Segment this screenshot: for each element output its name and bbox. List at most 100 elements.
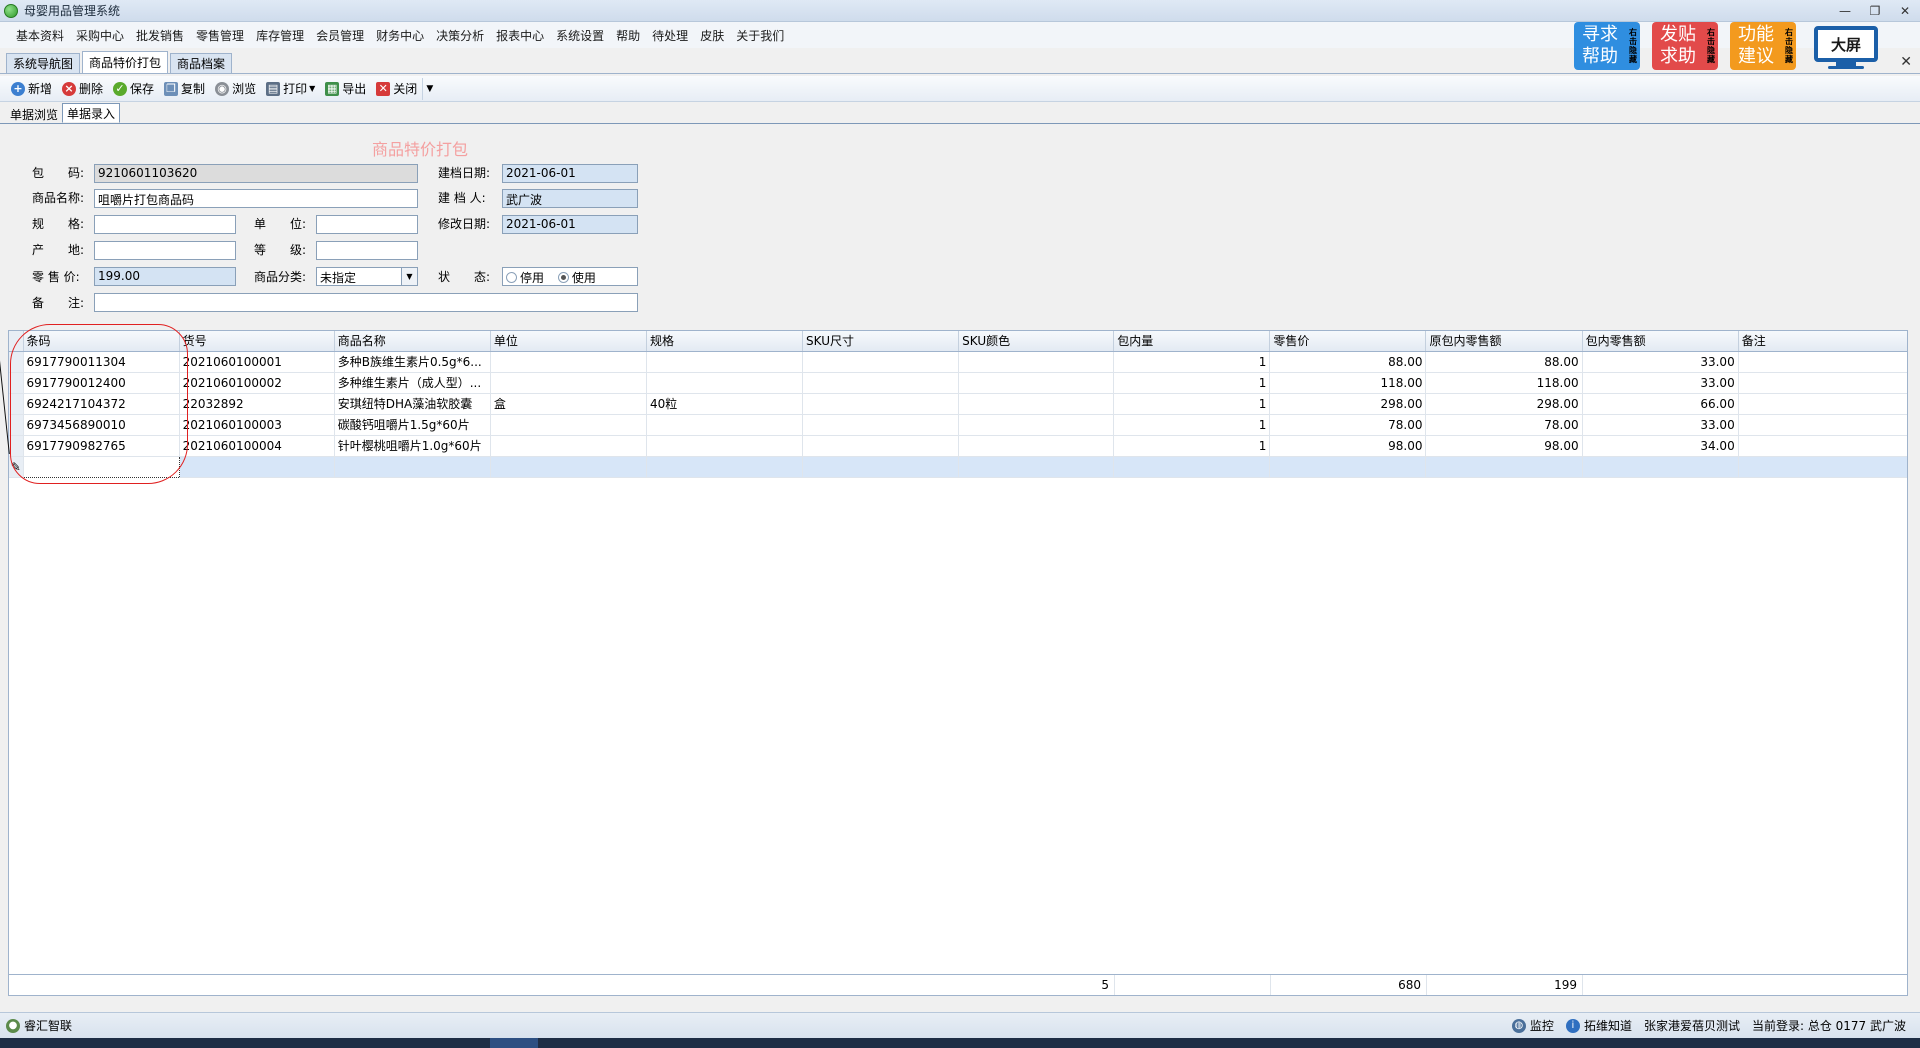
cell-sku-color[interactable]	[958, 414, 1115, 436]
cell-pack-qty[interactable]: 1	[1113, 372, 1271, 394]
menu-item-finance[interactable]: 财务中心	[370, 27, 430, 44]
menu-item-settings[interactable]: 系统设置	[550, 27, 610, 44]
close-form-button[interactable]: ✕ 关闭	[371, 78, 422, 100]
modify-date-field[interactable]: 2021-06-01	[502, 215, 638, 234]
cell-product-name[interactable]: 多种维生素片（成人型）...	[334, 372, 491, 394]
cell-product-name[interactable]: 碳酸钙咀嚼片1.5g*60片	[334, 414, 491, 436]
cell-barcode[interactable]: 6973456890010	[23, 414, 180, 436]
cell-spec[interactable]	[646, 435, 804, 457]
name-field[interactable]: 咀嚼片打包商品码	[94, 189, 418, 208]
minimize-button[interactable]: —	[1830, 0, 1860, 22]
status-radio-enabled[interactable]: 使用	[557, 269, 596, 285]
cell-pack-amount[interactable]: 33.00	[1582, 372, 1739, 394]
cell-sku-size[interactable]	[802, 393, 960, 415]
cell-orig-amount[interactable]: 78.00	[1425, 414, 1583, 436]
cell-product-name[interactable]: 安琪纽特DHA藻油软胶囊	[334, 393, 491, 415]
col-pack-amount[interactable]: 包内零售额	[1582, 331, 1739, 352]
cell-unit[interactable]	[490, 435, 647, 457]
col-item-no[interactable]: 货号	[179, 331, 335, 352]
col-product-name[interactable]: 商品名称	[334, 331, 491, 352]
menu-item-analysis[interactable]: 决策分析	[430, 27, 490, 44]
menu-item-reports[interactable]: 报表中心	[490, 27, 550, 44]
col-barcode[interactable]: 条码	[23, 331, 180, 352]
cell-sku-color[interactable]	[958, 372, 1115, 394]
status-radio-disabled[interactable]: 停用	[506, 269, 544, 285]
restore-button[interactable]: ❐	[1860, 0, 1890, 22]
tab-navigation[interactable]: 系统导航图	[6, 53, 81, 73]
toolbar-overflow-icon[interactable]: ▼	[422, 77, 436, 100]
tab-record-entry[interactable]: 单据录入	[62, 103, 121, 123]
creator-field[interactable]: 武广波	[502, 189, 638, 208]
table-row[interactable]: 6973456890010 2021060100003 碳酸钙咀嚼片1.5g*6…	[9, 414, 1907, 436]
menu-item-wholesale[interactable]: 批发销售	[130, 27, 190, 44]
price-field[interactable]: 199.00	[94, 267, 236, 286]
col-remark[interactable]: 备注	[1738, 331, 1907, 352]
remark-field[interactable]	[94, 293, 638, 312]
unit-field[interactable]	[316, 215, 418, 234]
cell-orig-amount[interactable]: 98.00	[1425, 435, 1583, 457]
menu-item-purchase[interactable]: 采购中心	[70, 27, 130, 44]
cell-sku-color[interactable]	[958, 435, 1115, 457]
cell-sku-color[interactable]	[958, 393, 1115, 415]
menu-item-inventory[interactable]: 库存管理	[250, 27, 310, 44]
menu-item-skin[interactable]: 皮肤	[694, 27, 730, 44]
cell-sku-size[interactable]	[802, 414, 960, 436]
cell-item-no[interactable]: 2021060100001	[179, 351, 335, 373]
cell-spec[interactable]	[646, 414, 804, 436]
table-row[interactable]: 6917790982765 2021060100004 针叶樱桃咀嚼片1.0g*…	[9, 435, 1907, 457]
cell-spec[interactable]	[646, 351, 804, 373]
cell-remark[interactable]	[1738, 351, 1907, 373]
cell-retail-price[interactable]: 298.00	[1269, 393, 1427, 415]
cell-product-name[interactable]: 针叶樱桃咀嚼片1.0g*60片	[334, 435, 491, 457]
category-select[interactable]: 未指定 ▼	[316, 267, 418, 286]
cell-barcode[interactable]: 6917790011304	[23, 351, 180, 373]
cell-pack-amount[interactable]: 33.00	[1582, 351, 1739, 373]
new-barcode-input[interactable]	[22, 455, 180, 478]
cell-retail-price[interactable]: 78.00	[1269, 414, 1427, 436]
cell-sku-size[interactable]	[802, 435, 960, 457]
cell-remark[interactable]	[1738, 393, 1907, 415]
new-button[interactable]: + 新增	[6, 78, 57, 100]
chevron-down-icon[interactable]: ▼	[401, 268, 417, 285]
cell-unit[interactable]	[490, 351, 647, 373]
know-status[interactable]: i 拓维知道	[1565, 1017, 1632, 1034]
col-unit[interactable]: 单位	[490, 331, 647, 352]
pack-code-field[interactable]: 9210601103620	[94, 164, 418, 183]
tab-record-browse[interactable]: 单据浏览	[6, 105, 62, 123]
cell-pack-qty[interactable]: 1	[1113, 414, 1271, 436]
delete-button[interactable]: × 删除	[57, 78, 108, 100]
cell-item-no[interactable]: 2021060100004	[179, 435, 335, 457]
cell-spec[interactable]: 40粒	[646, 393, 804, 415]
col-pack-qty[interactable]: 包内量	[1113, 331, 1271, 352]
col-orig-amount[interactable]: 原包内零售额	[1425, 331, 1583, 352]
cell-barcode[interactable]: 6917790982765	[23, 435, 180, 457]
col-sku-size[interactable]: SKU尺寸	[802, 331, 960, 352]
table-row[interactable]: 6924217104372 22032892 安琪纽特DHA藻油软胶囊 盒 40…	[9, 393, 1907, 415]
cell-retail-price[interactable]: 98.00	[1269, 435, 1427, 457]
cell-product-name[interactable]: 多种B族维生素片0.5g*6...	[334, 351, 491, 373]
menu-item-about[interactable]: 关于我们	[730, 27, 790, 44]
cell-item-no[interactable]: 22032892	[179, 393, 335, 415]
print-button[interactable]: ▤ 打印 ▼	[261, 78, 320, 100]
taskbar-active-app[interactable]	[490, 1038, 538, 1048]
cell-sku-size[interactable]	[802, 372, 960, 394]
browse-button[interactable]: ◉ 浏览	[210, 78, 261, 100]
cell-remark[interactable]	[1738, 414, 1907, 436]
cell-item-no[interactable]: 2021060100003	[179, 414, 335, 436]
cell-retail-price[interactable]: 88.00	[1269, 351, 1427, 373]
cell-pack-qty[interactable]: 1	[1113, 393, 1271, 415]
cell-orig-amount[interactable]: 118.00	[1425, 372, 1583, 394]
copy-button[interactable]: ❐ 复制	[159, 78, 210, 100]
grade-field[interactable]	[316, 241, 418, 260]
col-spec[interactable]: 规格	[646, 331, 804, 352]
tab-product-archive[interactable]: 商品档案	[170, 53, 233, 73]
tab-special-pack[interactable]: 商品特价打包	[82, 51, 169, 73]
cell-spec[interactable]	[646, 372, 804, 394]
menu-item-member[interactable]: 会员管理	[310, 27, 370, 44]
cell-item-no[interactable]: 2021060100002	[179, 372, 335, 394]
cell-remark[interactable]	[1738, 435, 1907, 457]
cell-pack-qty[interactable]: 1	[1113, 435, 1271, 457]
cell-pack-qty[interactable]: 1	[1113, 351, 1271, 373]
close-button[interactable]: ✕	[1890, 0, 1920, 22]
cell-remark[interactable]	[1738, 372, 1907, 394]
